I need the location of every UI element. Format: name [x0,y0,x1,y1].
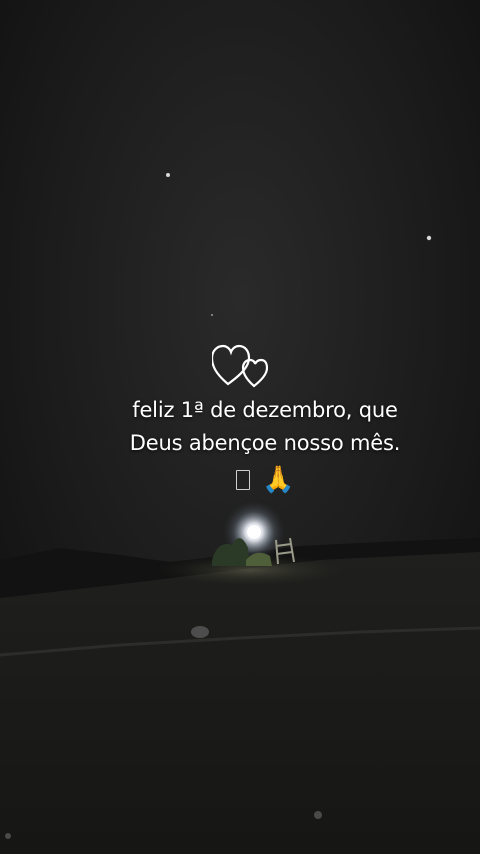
hearts-icon [212,344,268,388]
emoji-row: 🙏 [60,462,470,497]
star [211,314,213,316]
blur-spot [191,626,209,638]
caption-text: feliz 1ª de dezembro, que Deus abençoe n… [60,394,470,460]
star [166,173,170,177]
street-lamp [247,525,261,539]
blur-spot [5,833,11,839]
star [426,235,432,241]
caption-line-1: feliz 1ª de dezembro, que [132,398,398,422]
caption-line-2: Deus abençoe nosso mês. [129,431,401,455]
praying-hands-icon: 🙏 [261,464,295,495]
missing-glyph-icon [235,469,250,490]
blur-spot [314,811,322,819]
field-ground [0,552,480,854]
